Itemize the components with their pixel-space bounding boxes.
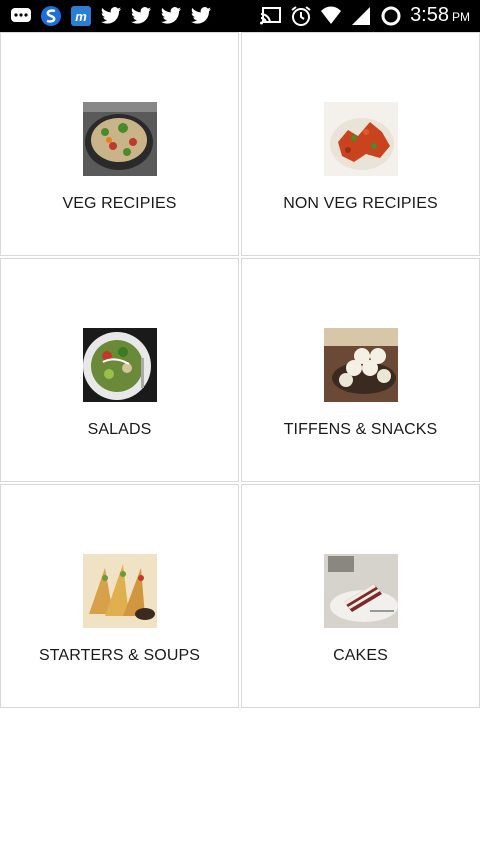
twitter-icon bbox=[190, 5, 212, 27]
clock-time: 3:58 bbox=[410, 4, 449, 26]
wifi-icon bbox=[320, 5, 342, 27]
m-app-icon: m bbox=[70, 5, 92, 27]
category-label: NON VEG RECIPIES bbox=[283, 195, 438, 212]
non-veg-recipes-image bbox=[324, 102, 398, 176]
category-label: STARTERS & SOUPS bbox=[38, 647, 201, 664]
category-label: CAKES bbox=[333, 647, 388, 664]
category-tile-salads[interactable]: SALADS bbox=[0, 258, 239, 482]
svg-text:m: m bbox=[75, 9, 87, 24]
swype-icon bbox=[40, 5, 62, 27]
category-tile-cakes[interactable]: CAKES bbox=[241, 484, 480, 708]
battery-icon bbox=[380, 5, 402, 27]
category-tile-starters-soups[interactable]: STARTERS & SOUPS bbox=[0, 484, 239, 708]
category-tile-veg-recipies[interactable]: VEG RECIPIES bbox=[0, 32, 239, 256]
system-icons: 3:58 PM bbox=[260, 4, 470, 27]
alarm-icon bbox=[290, 5, 312, 27]
category-label: VEG RECIPIES bbox=[62, 195, 177, 212]
cakes-image bbox=[324, 554, 398, 628]
twitter-icon bbox=[160, 5, 182, 27]
twitter-icon bbox=[100, 5, 122, 27]
category-label: SALADS bbox=[87, 421, 152, 438]
cast-icon bbox=[260, 5, 282, 27]
signal-icon bbox=[350, 5, 372, 27]
clock: 3:58 PM bbox=[410, 4, 470, 27]
tiffens-snacks-image bbox=[324, 328, 398, 402]
status-bar: m 3:58 PM bbox=[0, 0, 480, 32]
category-grid: VEG RECIPIES NON VEG RECIPIES SALADS TIF… bbox=[0, 32, 480, 708]
chat-icon bbox=[10, 5, 32, 27]
starters-soups-image bbox=[83, 554, 157, 628]
salads-image bbox=[83, 328, 157, 402]
category-tile-tiffens-snacks[interactable]: TIFFENS & SNACKS bbox=[241, 258, 480, 482]
notification-icons: m bbox=[10, 5, 212, 27]
category-label: TIFFENS & SNACKS bbox=[283, 421, 438, 438]
clock-ampm: PM bbox=[452, 10, 470, 24]
twitter-icon bbox=[130, 5, 152, 27]
category-tile-non-veg-recipies[interactable]: NON VEG RECIPIES bbox=[241, 32, 480, 256]
veg-recipes-image bbox=[83, 102, 157, 176]
